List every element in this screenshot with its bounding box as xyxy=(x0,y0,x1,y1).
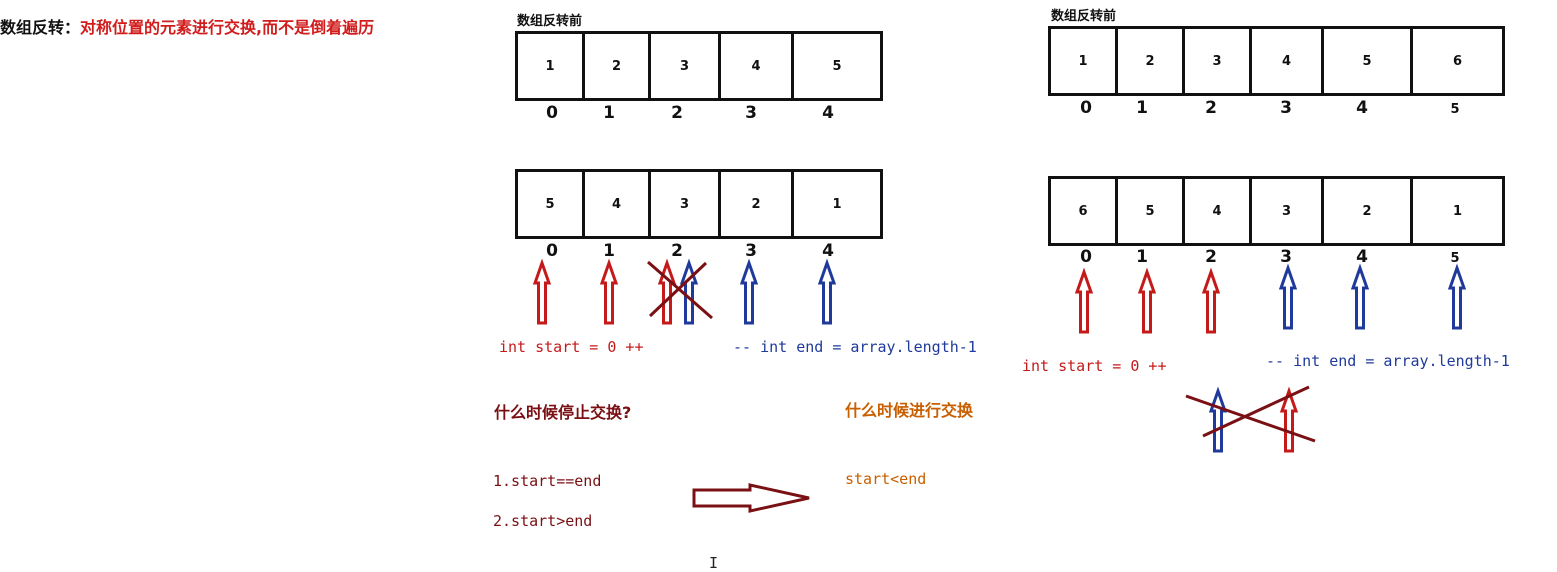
end-pointer-arrow-icon xyxy=(1209,389,1227,453)
end-pointer-arrow-icon xyxy=(740,261,758,325)
end-pointer-arrow-icon xyxy=(1279,266,1297,330)
cross-out-icon xyxy=(647,260,713,320)
start-pointer-arrow-icon xyxy=(1138,270,1156,334)
arrows-layer xyxy=(533,260,1466,513)
start-pointer-arrow-icon xyxy=(658,261,676,325)
start-pointer-arrow-icon xyxy=(1075,270,1093,334)
end-pointer-arrow-icon xyxy=(818,261,836,325)
start-pointer-arrow-icon xyxy=(600,261,618,325)
start-pointer-arrow-icon xyxy=(533,261,551,325)
start-pointer-arrow-icon xyxy=(1202,270,1220,334)
end-pointer-arrow-icon xyxy=(1448,266,1466,330)
right-arrow-icon xyxy=(692,483,810,513)
cross-out-icon xyxy=(1185,385,1316,443)
end-pointer-arrow-icon xyxy=(1351,266,1369,330)
